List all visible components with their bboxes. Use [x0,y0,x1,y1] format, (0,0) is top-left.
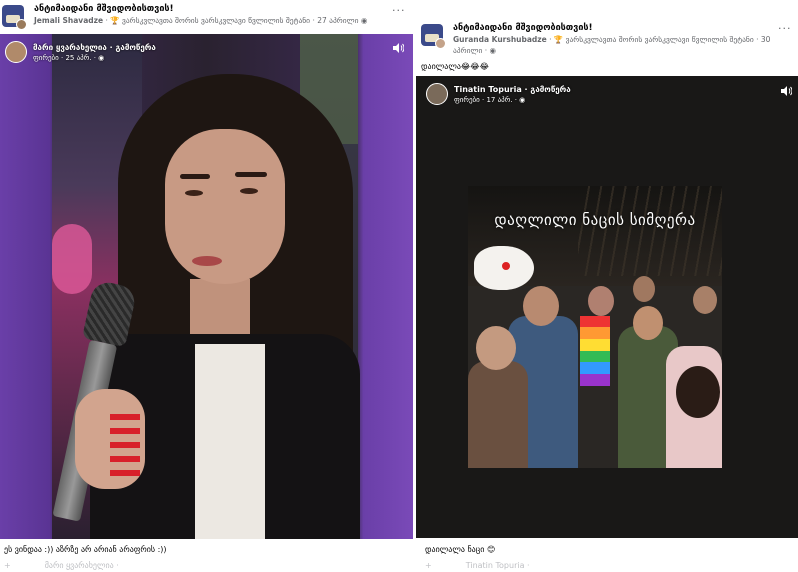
badge-text[interactable]: ვარსკვლავთა შორის ვარსკვლავი წვლილის შეტ… [566,35,754,44]
crowd-head [633,276,655,302]
footer-icon[interactable]: + [425,561,432,570]
footer-row: + მარი ყვარახელია · [4,561,119,570]
group-name[interactable]: ანტიმაიდანი მშვიდობისთვის! [453,22,770,34]
crowd-head [588,286,614,316]
more-options-button[interactable]: ··· [392,4,406,17]
video-author-name[interactable]: მარი ყვარახელია · გამოწერა [33,42,156,53]
group-avatar[interactable] [2,3,28,31]
post-date-cont[interactable]: აპრილი · [453,46,487,55]
eye [240,188,258,194]
lips [192,256,222,266]
eye [185,190,203,196]
crowd-head [476,326,516,370]
speaker-face [165,129,285,284]
author-name[interactable]: Jemali Shavadze [34,16,103,25]
post-text: დაილალა😂😂😂 [421,62,489,71]
crowd-person [468,361,528,468]
tree-branches [578,186,722,276]
author-avatar[interactable] [435,38,446,49]
group-name[interactable]: ანტიმაიდანი მშვიდობისთვის! [34,3,367,15]
speaker-icon[interactable] [780,85,793,100]
footer-author[interactable]: მარი ყვარახელია · [45,561,119,570]
left-video-player[interactable]: მარი ყვარახელია · გამოწერა ფირები · 25 ა… [0,34,413,539]
left-post-header: ანტიმაიდანი მშვიდობისთვის! Jemali Shavad… [2,3,367,33]
group-avatar[interactable] [421,22,447,50]
footer-icon[interactable]: + [4,561,11,570]
eyebrow [180,174,210,179]
video-clip-frame: დაღლილი ნაცის სიმღერა [468,186,722,468]
rainbow-flag [580,316,610,386]
author-avatar[interactable] [16,19,27,30]
background-light [52,224,92,294]
globe-icon: ◉ [489,46,497,55]
megaphone [468,238,548,298]
post-date[interactable]: 30 [761,35,771,44]
video-author-name[interactable]: Tinatin Topuria · გამოწერა [454,84,571,95]
video-author-avatar[interactable] [426,83,448,105]
post-caption: ეს ვინდაა :)) აზრზე არ არიან არაფრის :)) [4,545,167,554]
eyebrow [235,172,267,177]
right-post: ანტიმაიდანი მშვიდობისთვის! Guranda Kursh… [413,0,798,572]
more-options-button[interactable]: ··· [778,22,792,35]
right-video-player[interactable]: Tinatin Topuria · გამოწერა ფირები · 17 ა… [416,76,798,538]
crowd-head [676,366,720,418]
left-post: ანტიმაიდანი მშვიდობისთვის! Jemali Shavad… [0,0,413,572]
video-meta: ფირები · 17 აპრ. · ◉ [454,95,526,104]
white-shirt [195,344,265,539]
video-meta: ფირები · 25 აპრ. · ◉ [33,53,105,62]
post-caption: დაილალა ნაცი 😊 [425,545,496,554]
video-author-avatar[interactable] [5,41,27,63]
red-nails [110,414,140,484]
crowd-head [693,286,717,314]
video-author-header: Tinatin Topuria · გამოწერა ფირები · 17 ა… [426,83,571,105]
footer-row: + Tinatin Topuria · [425,561,530,570]
trophy-icon: 🏆 [110,16,120,25]
badge-text[interactable]: ვარსკვლავთა შორის ვარსკვლავი წვლილის შეტ… [122,16,310,25]
speaker-icon[interactable] [392,42,405,57]
clip-title: დაღლილი ნაცის სიმღერა [494,211,696,229]
globe-icon: ◉ [360,16,368,25]
author-name[interactable]: Guranda Kurshubadze [453,35,547,44]
trophy-icon: 🏆 [553,35,564,44]
video-author-header: მარი ყვარახელია · გამოწერა ფირები · 25 ა… [5,41,156,63]
right-post-header: ანტიმაიდანი მშვიდობისთვის! Guranda Kursh… [421,22,771,55]
footer-author[interactable]: Tinatin Topuria · [466,561,530,570]
post-date[interactable]: 27 აპრილი [317,16,358,25]
crowd-head [633,306,663,340]
